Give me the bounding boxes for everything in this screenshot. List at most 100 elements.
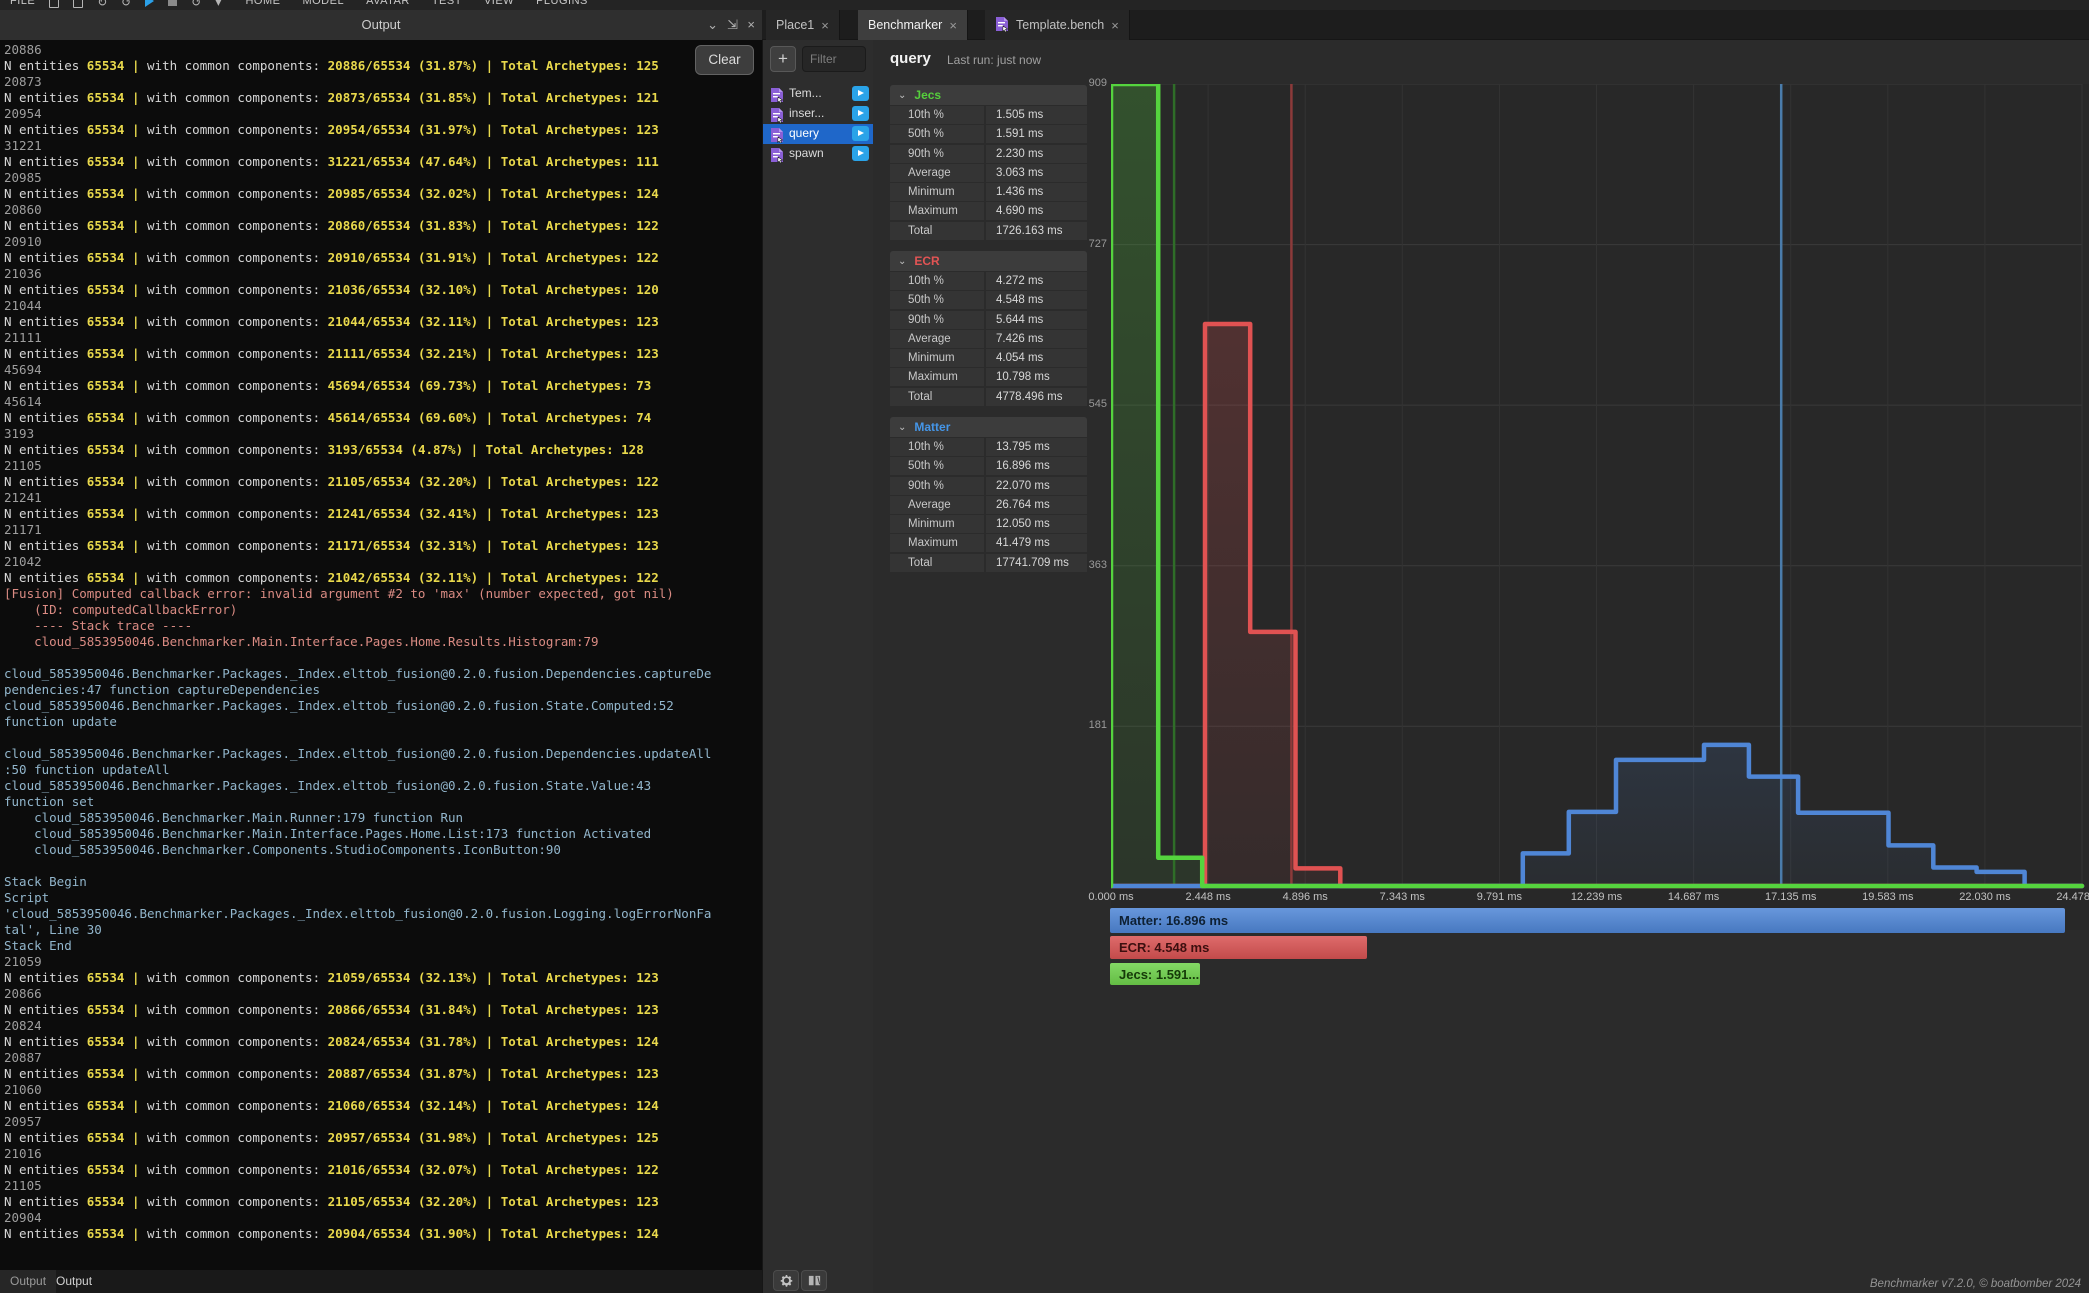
stat-value: 5.644 ms <box>986 311 1087 329</box>
stat-value: 13.795 ms <box>986 438 1087 456</box>
stat-value: 1.591 ms <box>986 125 1087 143</box>
histogram-chart <box>1111 84 2089 896</box>
changelog-button[interactable] <box>801 1270 827 1291</box>
benchmark-title: query <box>890 50 931 67</box>
tab-close-icon[interactable]: × <box>1111 18 1119 33</box>
log-entity-count: 3193 <box>4 426 711 442</box>
clear-output-button[interactable]: Clear <box>695 45 754 75</box>
settings-button[interactable] <box>773 1270 799 1291</box>
run-benchmark-button[interactable] <box>852 146 869 161</box>
stats-section-header[interactable]: ⌄Matter <box>890 417 1087 437</box>
stat-label: Maximum <box>890 368 984 386</box>
log-entity-count: 21060 <box>4 1082 711 1098</box>
log-entity-count: 45614 <box>4 394 711 410</box>
run-benchmark-button[interactable] <box>852 126 869 141</box>
plugin-version-label: Benchmarker v7.2.0, © boatbomber 2024 <box>1870 1278 2081 1290</box>
sidebar-item-Tem[interactable]: Tem... <box>763 84 874 104</box>
log-line: N entities 65534 | with common component… <box>4 410 711 426</box>
sidebar-item-inser[interactable]: inser... <box>763 104 874 124</box>
log-line: N entities 65534 | with common component… <box>4 1226 711 1242</box>
section-title: Jecs <box>914 88 941 102</box>
sidebar-item-label: inser... <box>789 106 824 120</box>
log-line: N entities 65534 | with common component… <box>4 1098 711 1114</box>
sidebar-item-spawn[interactable]: spawn <box>763 144 874 164</box>
script-icon <box>770 127 784 143</box>
stat-row: 10th %4.272 ms <box>890 272 1087 290</box>
stat-row: Minimum4.054 ms <box>890 349 1087 367</box>
menu-model[interactable]: MODEL <box>302 0 344 7</box>
stats-section-header[interactable]: ⌄ Jecs <box>890 85 1087 105</box>
new-file-icon[interactable] <box>49 0 59 8</box>
menu-home[interactable]: HOME <box>245 0 280 7</box>
stat-row: Average26.764 ms <box>890 496 1087 514</box>
log-stack-line: cloud_5853950046.Benchmarker.Packages._I… <box>4 746 711 762</box>
close-icon[interactable]: × <box>747 17 755 32</box>
log-entity-count: 21036 <box>4 266 711 282</box>
dropdown-caret-icon[interactable]: ▾ <box>215 0 221 7</box>
reset-icon[interactable]: ↺ <box>191 0 201 7</box>
stat-value: 4.272 ms <box>986 272 1087 290</box>
stat-label: Total <box>890 554 984 572</box>
chevron-down-icon[interactable]: ⌄ <box>707 17 718 33</box>
log-stack-line: cloud_5853950046.Benchmarker.Packages._I… <box>4 666 711 682</box>
menu-plugins[interactable]: PLUGINS <box>536 0 588 7</box>
tab-place1[interactable]: Place1 × <box>766 10 840 40</box>
log-entity-count: 20866 <box>4 986 711 1002</box>
log-line: N entities 65534 | with common component… <box>4 218 711 234</box>
x-axis-tick-label: 4.896 ms <box>1260 891 1350 903</box>
log-entity-count: 21016 <box>4 1146 711 1162</box>
undo-icon[interactable]: ↺ <box>121 0 131 7</box>
log-stack-line: cloud_5853950046.Benchmarker.Main.Interf… <box>4 826 711 842</box>
redo-icon[interactable]: ↻ <box>97 0 107 7</box>
last-run-label: Last run: just now <box>947 53 1041 67</box>
menu-test[interactable]: TEST <box>432 0 462 7</box>
studio-window: { "toolbar": { "file_menu": "FILE", "men… <box>0 0 2089 1293</box>
chevron-down-icon: ⌄ <box>898 90 906 101</box>
stat-label: Maximum <box>890 534 984 552</box>
add-benchmark-button[interactable]: + <box>770 46 796 72</box>
popout-icon[interactable]: ⇲ <box>727 17 738 33</box>
filter-input[interactable] <box>802 46 866 72</box>
tab-benchmarker[interactable]: Benchmarker× <box>858 10 968 40</box>
log-stack-line: cloud_5853950046.Benchmarker.Components.… <box>4 842 711 858</box>
stat-label: 50th % <box>890 291 984 309</box>
log-line: N entities 65534 | with common component… <box>4 314 711 330</box>
top-toolbar: FILE ↻ ↺ ↺ ▾ HOME MODEL AVATAR TEST VIEW PLUG… <box>0 0 2089 10</box>
editor-tabbar: Place1×Benchmarker×Template.bench× <box>762 10 2089 40</box>
menu-view[interactable]: VIEW <box>484 0 514 7</box>
log-entity-count: 20873 <box>4 74 711 90</box>
stats-section-header[interactable]: ⌄ECR <box>890 251 1087 271</box>
tab-label: Place1 <box>776 18 814 32</box>
log-line: N entities 65534 | with common component… <box>4 1034 711 1050</box>
menu-avatar[interactable]: AVATAR <box>366 0 410 7</box>
stat-value: 4.690 ms <box>986 202 1087 220</box>
log-stack-line: Stack Begin <box>4 874 711 890</box>
output-panel-title: Output <box>0 17 762 32</box>
run-benchmark-button[interactable] <box>852 106 869 121</box>
stat-row: 90th %22.070 ms <box>890 477 1087 495</box>
bottom-tab-output-1[interactable]: Output <box>46 1270 102 1293</box>
x-axis-tick-label: 9.791 ms <box>1454 891 1544 903</box>
stop-icon[interactable] <box>168 0 177 6</box>
tab-close-icon[interactable]: × <box>821 18 829 33</box>
x-axis-tick-label: 12.239 ms <box>1552 891 1642 903</box>
open-file-icon[interactable] <box>73 0 83 8</box>
log-entity-count: 20954 <box>4 106 711 122</box>
script-icon <box>995 16 1009 32</box>
stats-section-ecr: ⌄ECR10th %4.272 ms50th %4.548 ms90th %5.… <box>890 251 1087 407</box>
play-icon[interactable] <box>145 0 154 7</box>
stat-row: 50th %1.591 ms <box>890 125 1087 143</box>
stat-row: Minimum12.050 ms <box>890 515 1087 533</box>
log-entity-count: 21044 <box>4 298 711 314</box>
file-menu[interactable]: FILE <box>10 0 35 7</box>
gear-icon <box>779 1273 794 1288</box>
y-axis-tick-label: 545 <box>1071 398 1107 410</box>
x-axis-tick-label: 7.343 ms <box>1357 891 1447 903</box>
tab-close-icon[interactable]: × <box>949 18 957 33</box>
stat-row: 10th %13.795 ms <box>890 438 1087 456</box>
stat-row: 90th %2.230 ms <box>890 145 1087 163</box>
legend-bar-matter: Matter: 16.896 ms <box>1110 908 2065 933</box>
run-benchmark-button[interactable] <box>852 86 869 101</box>
tab-template-bench[interactable]: Template.bench× <box>985 10 1130 40</box>
sidebar-item-query[interactable]: query <box>763 124 874 144</box>
